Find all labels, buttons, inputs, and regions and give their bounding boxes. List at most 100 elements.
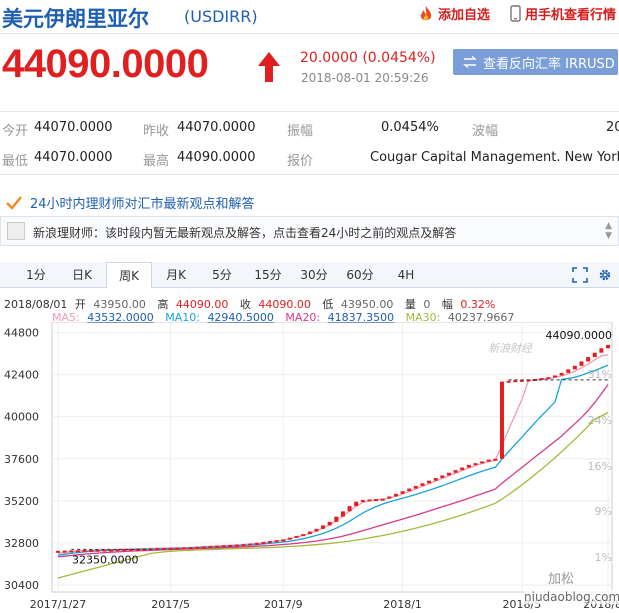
- candle-bar: [248, 543, 253, 546]
- candle-bar: [480, 461, 485, 464]
- chevron-down-icon[interactable]: ▼: [605, 231, 612, 241]
- candle-bar: [572, 365, 577, 370]
- candle-bar: [294, 535, 299, 538]
- candle-bar: [327, 521, 332, 526]
- candle-bar: [268, 541, 273, 544]
- y-tick-label: 40000: [4, 411, 39, 424]
- candle-bar: [321, 525, 326, 529]
- quote-source-value: Cougar Capital Management. New York: [370, 150, 619, 165]
- news-title-text: 24小时内理财师对汇市最新观点和解答: [30, 197, 255, 212]
- candle-bar: [506, 380, 511, 383]
- candle-bar: [314, 528, 319, 532]
- wave-label: 波幅: [472, 124, 499, 139]
- candle-bar: [393, 493, 398, 497]
- candle-bar: [380, 498, 385, 501]
- candle-bar: [360, 499, 365, 502]
- candle-bar: [559, 372, 564, 376]
- bar-high-label: 高: [157, 298, 169, 311]
- y-tick-label: 37600: [4, 453, 39, 466]
- tab-weekly[interactable]: 周K: [106, 262, 152, 289]
- phone-icon: [510, 5, 521, 22]
- bar-info: 2018/08/01 开 43950.00 高 44090.00 收 44090…: [4, 296, 503, 312]
- tab-daily[interactable]: 日K: [60, 262, 104, 288]
- candle-bar: [261, 542, 266, 545]
- candle-bar: [62, 550, 67, 553]
- tab-4h[interactable]: 4H: [384, 262, 428, 288]
- amplitude-label: 振幅: [287, 124, 314, 139]
- candle-bar: [168, 547, 173, 550]
- kline-chart[interactable]: 304003280035200376004000042400448001%9%1…: [0, 322, 619, 613]
- currency-name: 美元伊朗里亚尔: [2, 7, 149, 31]
- candle-bar: [274, 540, 279, 543]
- settings-icon[interactable]: [597, 267, 613, 283]
- reverse-rate-label: 查看反向汇率 IRRUSD: [483, 56, 615, 72]
- candle-bar: [473, 463, 478, 466]
- candle-bar: [241, 544, 246, 547]
- candle-bar: [374, 499, 379, 502]
- candle-bar: [188, 547, 193, 550]
- low-label: 最低: [2, 154, 29, 169]
- ma-line-ma30: [57, 411, 609, 579]
- candle-bar: [440, 475, 445, 479]
- y-tick-label: 30400: [4, 579, 39, 592]
- bar-date: 2018/08/01: [4, 298, 68, 311]
- prev-close-value: 44070.0000: [177, 120, 256, 135]
- x-tick-label: 2017/1/27: [30, 598, 86, 611]
- period-tabs: 1分 日K 周K 月K 5分 15分 30分 60分 4H: [0, 262, 619, 289]
- chevron-up-icon[interactable]: ▲: [605, 221, 612, 231]
- prev-close-label: 昨收: [143, 124, 170, 139]
- add-favorite-label: 添加自选: [438, 8, 491, 23]
- fullscreen-icon[interactable]: [572, 267, 588, 283]
- mobile-view-link[interactable]: 用手机查看行情: [510, 4, 616, 23]
- candle-bar: [221, 545, 226, 548]
- news-scroll-arrows[interactable]: ▲ ▼: [605, 221, 612, 241]
- candle-bar: [592, 352, 597, 358]
- bar-low: 43950.00: [340, 298, 394, 311]
- candle-bar: [181, 547, 186, 550]
- candle-bar: [579, 361, 584, 366]
- candle-bar: [69, 550, 74, 553]
- bar-low-label: 低: [322, 298, 334, 311]
- candle-bar: [367, 499, 372, 502]
- candle-bar: [427, 480, 432, 484]
- candle-bar: [354, 501, 359, 507]
- ma-line-ma5: [57, 354, 609, 555]
- candle-bar: [446, 472, 451, 476]
- high-label: 最高: [143, 154, 170, 169]
- amplitude-value: 0.0454%: [381, 120, 439, 135]
- tab-1min[interactable]: 1分: [14, 262, 58, 288]
- tab-30min[interactable]: 30分: [292, 262, 336, 288]
- candle-bar: [56, 550, 60, 553]
- candle-bar: [215, 545, 220, 548]
- add-favorite-button[interactable]: 添加自选: [418, 4, 490, 23]
- candle-bar: [599, 348, 604, 353]
- x-tick-label: 2017/9: [264, 598, 303, 611]
- tab-5min[interactable]: 5分: [200, 262, 244, 288]
- candle-bar: [228, 545, 233, 548]
- candle-bar: [155, 548, 160, 551]
- bar-vol-label: 量: [404, 298, 416, 311]
- candle-bar: [606, 344, 610, 349]
- reverse-rate-button[interactable]: 查看反向汇率 IRRUSD: [453, 49, 618, 75]
- bar-open: 43950.00: [93, 298, 146, 311]
- candle-bar: [307, 531, 312, 535]
- candle-bar: [95, 549, 100, 552]
- news-title[interactable]: 24小时内理财师对汇市最新观点和解答: [6, 193, 255, 212]
- tab-15min[interactable]: 15分: [246, 262, 290, 288]
- candle-bar: [460, 467, 465, 471]
- candle-bar: [387, 496, 392, 499]
- tab-60min[interactable]: 60分: [338, 262, 382, 288]
- up-arrow-icon: [258, 52, 280, 82]
- swap-icon: [463, 56, 477, 68]
- news-box[interactable]: 新浪理财师：该时段内暂无最新观点及解答，点击查看24小时之前的观点及解答 ▲ ▼: [0, 216, 619, 246]
- first-price-label: 32350.0000: [72, 553, 138, 566]
- tab-monthly[interactable]: 月K: [154, 262, 198, 288]
- low-value: 44070.0000: [34, 150, 113, 165]
- author-watermark: 加松: [548, 572, 575, 587]
- candle-bar: [340, 511, 345, 517]
- wave-value: 20: [606, 120, 619, 135]
- avatar: [7, 222, 25, 240]
- candle-bar: [420, 483, 425, 486]
- y-tick-label: 44800: [4, 327, 39, 340]
- candle-bar: [334, 516, 339, 522]
